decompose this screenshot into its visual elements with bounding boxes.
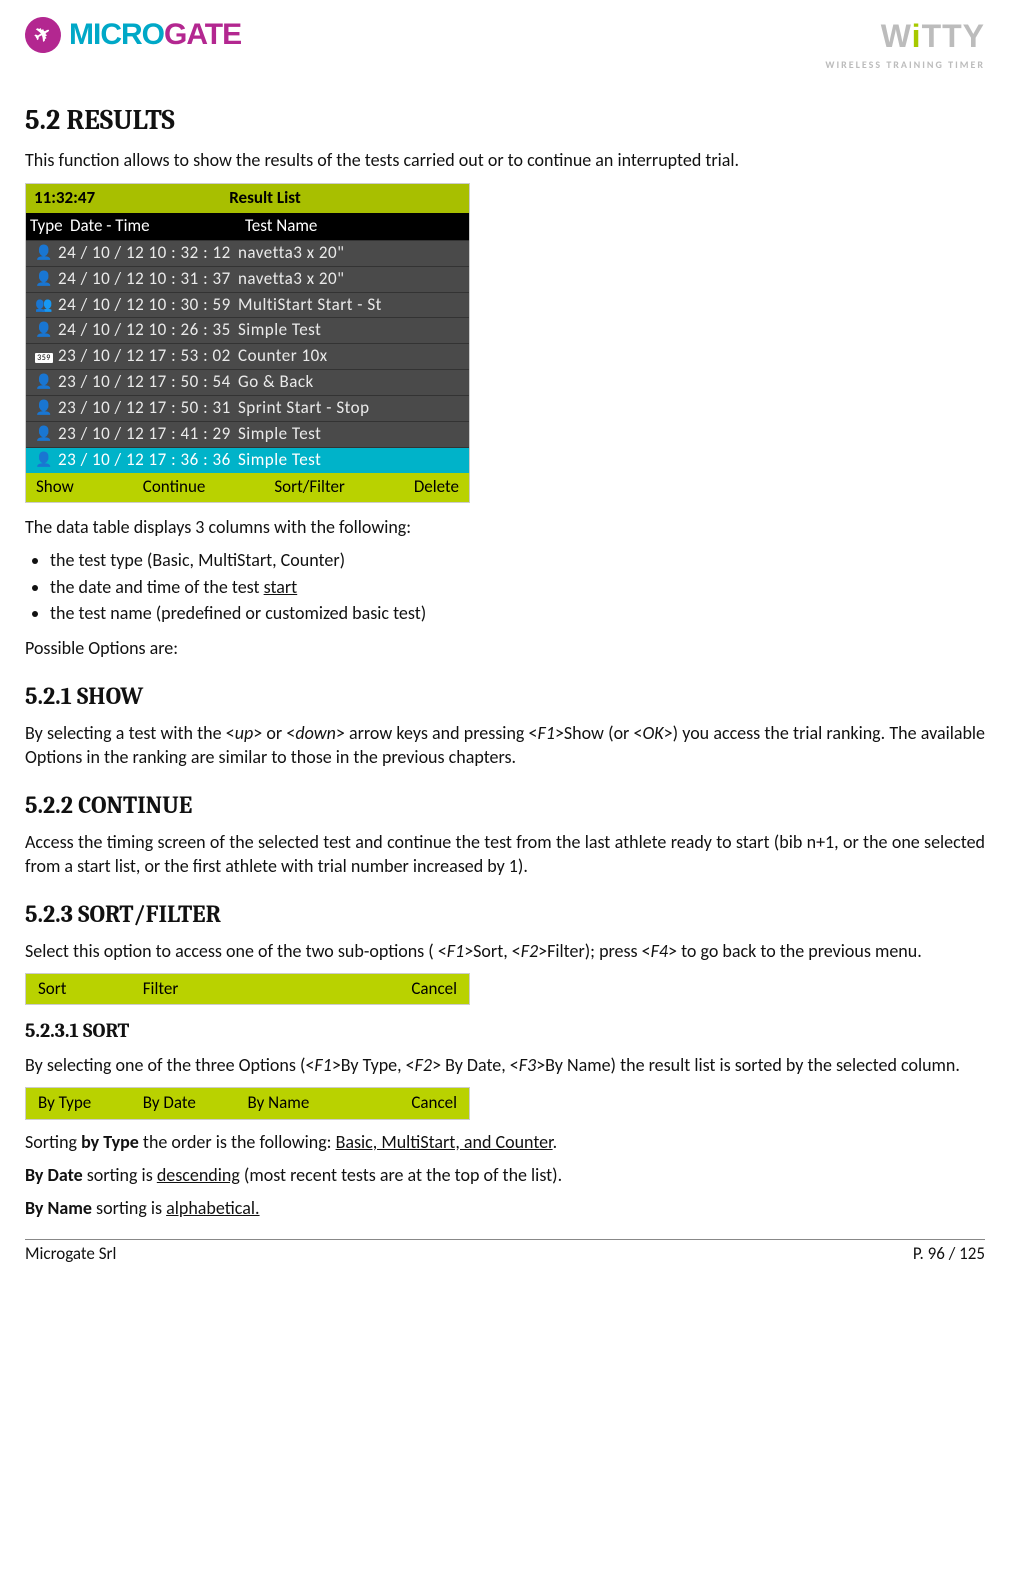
person-icon: 👤 — [30, 244, 58, 263]
page-footer: Microgate Srl P. 96 / 125 — [25, 1239, 985, 1266]
logo-text-gate: GATE — [164, 18, 241, 51]
options-intro: Possible Options are: — [25, 636, 985, 660]
microgate-logo: ✈ MICROGATE — [25, 15, 241, 56]
footer-page: P. 96 / 125 — [913, 1243, 985, 1266]
heading-5-2-3: 5.2.3 SORT/FILTER — [25, 898, 985, 930]
list-item: the test type (Basic, MultiStart, Counte… — [50, 548, 985, 572]
footer-company: Microgate Srl — [25, 1243, 116, 1266]
row-testname: navetta3 x 20" — [238, 268, 465, 291]
paragraph-sort-filter: Select this option to access one of the … — [25, 939, 985, 963]
person-icon: 👤 — [30, 321, 58, 340]
paragraph-sort: By selecting one of the three Options (<… — [25, 1053, 985, 1077]
row-testname: MultiStart Start - St — [238, 294, 465, 317]
person-icon: 👤 — [30, 270, 58, 289]
row-testname: Simple Test — [238, 423, 465, 446]
sort-by-type-line: Sorting by Type the order is the followi… — [25, 1130, 985, 1154]
result-row[interactable]: 👤23 / 10 / 12 17 : 41 : 29Simple Test — [26, 421, 469, 447]
witty-text: WiTTY — [825, 15, 985, 58]
softkey-empty — [248, 978, 353, 1001]
row-testname: navetta3 x 20" — [238, 242, 465, 265]
sort-by-name-line: By Name sorting is alphabetical. — [25, 1196, 985, 1220]
col-type: Type — [30, 215, 70, 238]
heading-5-2-2: 5.2.2 CONTINUE — [25, 789, 985, 821]
page-header: ✈ MICROGATE WiTTY WIRELESS TRAINING TIME… — [25, 15, 985, 77]
result-row[interactable]: 👤23 / 10 / 12 17 : 36 : 36Simple Test — [26, 447, 469, 473]
logo-text-micro: MICRO — [69, 18, 164, 51]
witty-logo: WiTTY WIRELESS TRAINING TIMER — [825, 15, 985, 72]
result-row[interactable]: 👤24 / 10 / 12 10 : 26 : 35Simple Test — [26, 317, 469, 343]
list-item: the date and time of the test start — [50, 575, 985, 599]
row-datetime: 23 / 10 / 12 17 : 50 : 54 — [58, 371, 238, 394]
witty-i: i — [912, 18, 922, 54]
heading-5-2-text: 5.2 RESULTS — [25, 104, 175, 136]
softkey-by-type[interactable]: By Type — [38, 1092, 143, 1115]
paragraph-show: By selecting a test with the <up> or <do… — [25, 721, 985, 770]
softkey-sort[interactable]: Sort — [38, 978, 143, 1001]
heading-5-2-2-text: 5.2.2 CONTINUE — [25, 791, 192, 819]
columns-intro: The data table displays 3 columns with t… — [25, 515, 985, 539]
result-row[interactable]: 👤24 / 10 / 12 10 : 32 : 12navetta3 x 20" — [26, 240, 469, 266]
softkey-show[interactable]: Show — [36, 476, 74, 499]
device-softkeys: Show Continue Sort/Filter Delete — [26, 473, 469, 502]
person-icon: 👤 — [30, 451, 58, 470]
softkey-filter[interactable]: Filter — [143, 978, 248, 1001]
witty-tty: TTY — [922, 18, 985, 54]
row-datetime: 23 / 10 / 12 17 : 36 : 36 — [58, 449, 238, 472]
row-testname: Simple Test — [238, 449, 465, 472]
result-row[interactable]: 35923 / 10 / 12 17 : 53 : 02Counter 10x — [26, 343, 469, 369]
person-icon: 👤 — [30, 425, 58, 444]
softkey-bar-sort-filter: Sort Filter Cancel — [25, 973, 470, 1006]
row-datetime: 24 / 10 / 12 10 : 31 : 37 — [58, 268, 238, 291]
witty-subtitle: WIRELESS TRAINING TIMER — [825, 58, 985, 72]
row-testname: Sprint Start - Stop — [238, 397, 465, 420]
person-icon: 👤 — [30, 373, 58, 392]
device-time: 11:32:47 — [34, 187, 129, 210]
device-column-headers: Type Date - Time Test Name — [26, 213, 469, 240]
logo-text: MICROGATE — [69, 15, 241, 56]
softkey-delete[interactable]: Delete — [414, 476, 459, 499]
result-row[interactable]: 👤23 / 10 / 12 17 : 50 : 31Sprint Start -… — [26, 395, 469, 421]
device-screenshot: 11:32:47 Result List Type Date - Time Te… — [25, 183, 470, 503]
logo-icon: ✈ — [18, 11, 67, 60]
heading-5-2-1-text: 5.2.1 SHOW — [25, 682, 143, 710]
softkey-cancel[interactable]: Cancel — [352, 978, 457, 1001]
softkey-sort-filter[interactable]: Sort/Filter — [274, 476, 344, 499]
row-datetime: 24 / 10 / 12 10 : 32 : 12 — [58, 242, 238, 265]
softkey-continue[interactable]: Continue — [143, 476, 206, 499]
row-datetime: 23 / 10 / 12 17 : 41 : 29 — [58, 423, 238, 446]
device-title: Result List — [129, 187, 461, 210]
device-titlebar: 11:32:47 Result List — [26, 184, 469, 213]
softkey-bar-sort-options: By Type By Date By Name Cancel — [25, 1087, 470, 1120]
result-row[interactable]: 👥24 / 10 / 12 10 : 30 : 59MultiStart Sta… — [26, 292, 469, 318]
heading-5-2-3-1: 5.2.3.1 SORT — [25, 1017, 985, 1044]
softkey-by-name[interactable]: By Name — [248, 1092, 353, 1115]
row-testname: Simple Test — [238, 319, 465, 342]
row-testname: Go & Back — [238, 371, 465, 394]
heading-5-2-3-1-text: 5.2.3.1 SORT — [25, 1019, 129, 1042]
multistart-icon: 👥 — [30, 296, 58, 315]
heading-5-2: 5.2 RESULTS — [25, 102, 985, 140]
col-name: Test Name — [245, 215, 465, 238]
col-date: Date - Time — [70, 215, 245, 238]
counter-icon: 359 — [30, 347, 58, 366]
row-testname: Counter 10x — [238, 345, 465, 368]
row-datetime: 24 / 10 / 12 10 : 30 : 59 — [58, 294, 238, 317]
sort-by-date-line: By Date sorting is descending (most rece… — [25, 1163, 985, 1187]
softkey-by-date[interactable]: By Date — [143, 1092, 248, 1115]
person-icon: 👤 — [30, 399, 58, 418]
columns-list: the test type (Basic, MultiStart, Counte… — [50, 548, 985, 625]
intro-paragraph: This function allows to show the results… — [25, 148, 985, 172]
softkey-cancel[interactable]: Cancel — [352, 1092, 457, 1115]
result-row[interactable]: 👤24 / 10 / 12 10 : 31 : 37navetta3 x 20" — [26, 266, 469, 292]
row-datetime: 24 / 10 / 12 10 : 26 : 35 — [58, 319, 238, 342]
heading-5-2-1: 5.2.1 SHOW — [25, 680, 985, 712]
list-item: the test name (predefined or customized … — [50, 601, 985, 625]
paragraph-continue: Access the timing screen of the selected… — [25, 830, 985, 879]
row-datetime: 23 / 10 / 12 17 : 50 : 31 — [58, 397, 238, 420]
row-datetime: 23 / 10 / 12 17 : 53 : 02 — [58, 345, 238, 368]
heading-5-2-3-text: 5.2.3 SORT/FILTER — [25, 900, 221, 928]
result-row[interactable]: 👤23 / 10 / 12 17 : 50 : 54Go & Back — [26, 369, 469, 395]
witty-w: W — [881, 18, 912, 54]
